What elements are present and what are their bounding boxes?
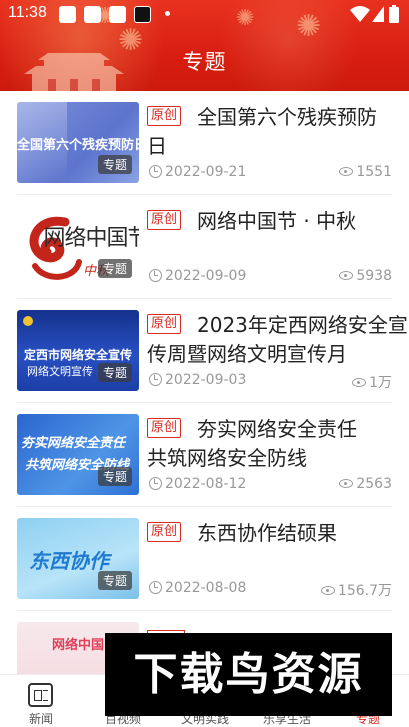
thumb-caption: 东西协作 [29, 549, 109, 573]
clock-icon [149, 269, 162, 282]
battery-icon [389, 5, 399, 23]
page-title: 专题 [182, 50, 227, 74]
topic-tag: 专题 [97, 467, 132, 486]
clock-icon [149, 373, 162, 386]
topic-tag: 专题 [97, 155, 132, 174]
topic-list[interactable]: 全国第六个残疾预防日 专题 全国第六个残疾预防日 原创 2022-09-21 1… [0, 91, 409, 715]
thumb-caption: 夯实网络安全责任 [21, 436, 126, 451]
list-item[interactable]: 全国第六个残疾预防日 专题 全国第六个残疾预防日 原创 2022-09-21 1… [17, 91, 392, 195]
original-badge: 原创 [147, 418, 182, 438]
date-text: 2022-08-12 [165, 476, 247, 492]
list-item[interactable]: 网络中国节 中秋 专题 网络中国节 · 中秋 原创 2022-09-09 593… [17, 195, 392, 299]
original-badge: 原创 [147, 210, 182, 230]
eye-icon [320, 586, 335, 595]
notification-icon [109, 6, 126, 23]
eye-icon [352, 378, 367, 387]
view-count: 5938 [339, 268, 392, 284]
views-text: 1551 [356, 164, 392, 180]
article-title[interactable]: 全国第六个残疾预防日 [147, 103, 395, 161]
thumbnail[interactable]: 东西协作 专题 [17, 518, 139, 599]
eye-icon [339, 271, 354, 280]
clock-icon [149, 477, 162, 490]
article-title[interactable]: 2023年定西网络安全宣传周暨网络文明宣传月 [147, 311, 409, 369]
date-text: 2022-09-09 [165, 268, 247, 284]
header-banner: ✺ ✺ ✺ ✺ 11:38 专题 [0, 0, 409, 91]
news-icon [28, 683, 53, 707]
publish-date: 2022-08-08 [149, 580, 246, 596]
nav-label: 新闻 [28, 712, 53, 726]
view-count: 1551 [339, 164, 392, 180]
thumbnail[interactable]: 网络中国节 中秋 专题 [17, 206, 139, 287]
date-text: 2022-09-21 [165, 164, 247, 180]
status-bar: 11:38 [0, 0, 409, 28]
list-item[interactable]: 东西协作 专题 东西协作结硕果 原创 2022-08-08 156.7万 [17, 507, 392, 611]
notification-dot-icon [165, 11, 170, 16]
views-text: 5938 [356, 268, 392, 284]
thumbnail[interactable]: 夯实网络安全责任 共筑网络安全防线 专题 [17, 414, 139, 495]
article-title[interactable]: 东西协作结硕果 [147, 519, 395, 548]
views-text: 2563 [356, 476, 392, 492]
notification-icon [134, 6, 151, 23]
list-item[interactable]: 夯实网络安全责任 共筑网络安全防线 专题 夯实网络安全责任 共筑网络安全防线 原… [17, 403, 392, 507]
publish-date: 2022-09-09 [149, 268, 246, 284]
topic-tag: 专题 [97, 363, 132, 382]
topic-tag: 专题 [97, 259, 132, 278]
original-badge: 原创 [147, 522, 182, 542]
view-count: 2563 [339, 476, 392, 492]
list-item[interactable]: 定西市网络安全宣传 网络文明宣传 专题 2023年定西网络安全宣传周暨网络文明宣… [17, 299, 408, 403]
publish-date: 2022-08-12 [149, 476, 246, 492]
eye-icon [339, 479, 354, 488]
signal-icon [372, 6, 384, 22]
notification-icon [84, 6, 101, 23]
views-text: 1万 [369, 375, 392, 391]
article-title[interactable]: 网络中国节 · 中秋 [147, 207, 395, 236]
status-time: 11:38 [8, 4, 47, 21]
date-text: 2022-09-03 [165, 372, 247, 388]
original-badge: 原创 [147, 314, 182, 334]
publish-date: 2022-09-03 [149, 372, 246, 388]
thumb-caption: 定西市网络安全宣传 [23, 348, 132, 362]
view-count: 1万 [352, 372, 392, 392]
clock-icon [149, 165, 162, 178]
notification-icon [59, 6, 76, 23]
eye-icon [339, 167, 354, 176]
topic-tag: 专题 [97, 571, 132, 590]
clock-icon [149, 581, 162, 594]
original-badge: 原创 [147, 106, 182, 126]
thumbnail[interactable]: 定西市网络安全宣传 网络文明宣传 专题 [17, 310, 139, 391]
views-text: 156.7万 [337, 583, 392, 599]
emblem-icon [23, 316, 33, 326]
thumbnail[interactable]: 全国第六个残疾预防日 专题 [17, 102, 139, 183]
nav-item-news[interactable]: 新闻 [0, 675, 82, 727]
view-count: 156.7万 [320, 580, 392, 600]
watermark-banner: 下载鸟资源 [105, 633, 392, 716]
thumb-caption: 网络中国节 [43, 226, 139, 251]
thumb-caption: 全国第六个残疾预防日 [17, 138, 139, 153]
wifi-icon [350, 6, 370, 22]
app-screen: ✺ ✺ ✺ ✺ 11:38 专题 全国第六个残疾预防日 专题 全国第六个残疾预防… [0, 0, 409, 727]
publish-date: 2022-09-21 [149, 164, 246, 180]
date-text: 2022-08-08 [165, 580, 247, 596]
